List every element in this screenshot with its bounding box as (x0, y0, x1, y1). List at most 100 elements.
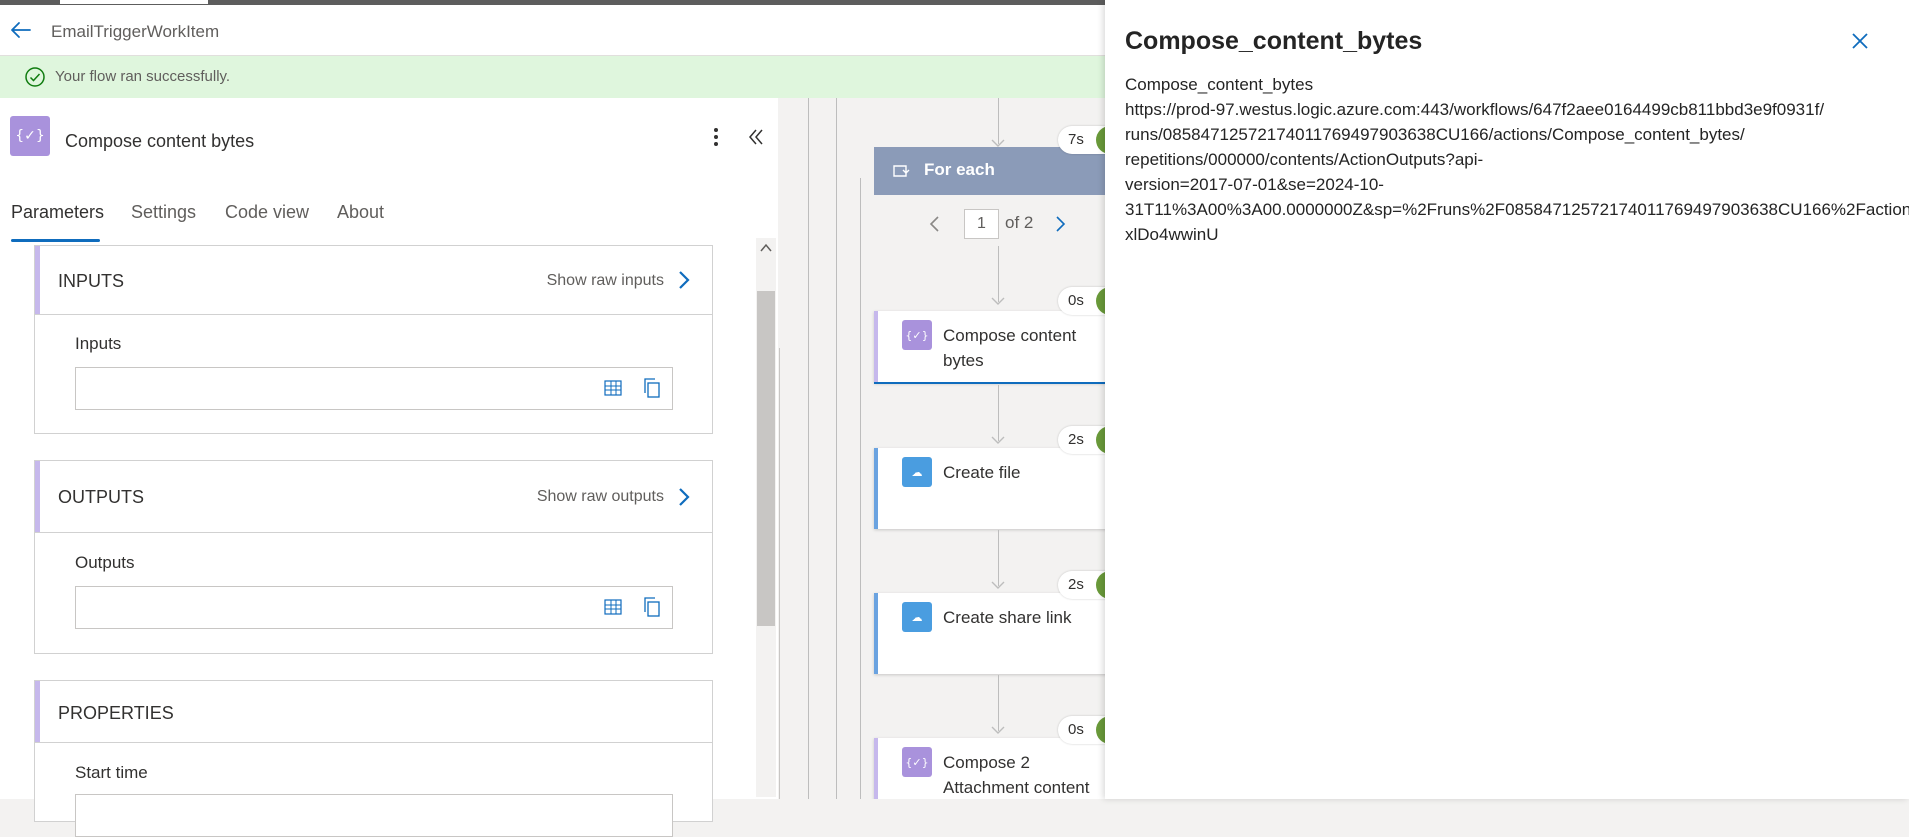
outputs-section-header[interactable]: OUTPUTS Show raw outputs (35, 461, 712, 533)
card-title: Create file (943, 463, 1021, 482)
inputs-section-header[interactable]: INPUTS Show raw inputs (35, 246, 712, 315)
output-url-line[interactable]: repetitions/000000/contents/ActionOutput… (1125, 147, 1909, 172)
properties-section-header[interactable]: PROPERTIES (35, 681, 712, 743)
back-arrow-icon[interactable] (10, 19, 32, 41)
connector-arrow (991, 297, 1005, 305)
inputs-field[interactable] (75, 367, 673, 410)
compose-2-card[interactable]: {✓} Compose 2 Attachment content (874, 738, 1105, 799)
duration-text: 2s (1068, 431, 1084, 448)
chevron-right-icon[interactable] (676, 268, 692, 292)
compose-icon: {✓} (902, 320, 932, 350)
connector (998, 246, 999, 302)
properties-section-title: PROPERTIES (58, 703, 174, 723)
card-title-line: bytes (943, 351, 984, 370)
outputs-field[interactable] (75, 586, 673, 629)
canvas-guide-line (836, 98, 837, 799)
success-check-icon (1096, 126, 1105, 154)
foreach-title: For each (924, 160, 995, 179)
output-url-line[interactable]: runs/08584712572174011769497903638CU166/… (1125, 122, 1909, 147)
duration-text: 2s (1068, 576, 1084, 593)
output-url-line[interactable]: version=2017-07-01&se=2024-10- (1125, 172, 1909, 197)
compose-icon: {✓} (10, 116, 50, 156)
output-details-panel: Compose_content_bytes Compose_content_by… (1105, 0, 1909, 799)
section-accent-bar (35, 461, 40, 532)
canvas-guide-line (808, 98, 809, 799)
outputs-field-label: Outputs (75, 553, 135, 572)
connector-arrow (991, 436, 1005, 444)
copy-icon[interactable] (642, 596, 662, 618)
outputs-section-title: OUTPUTS (58, 487, 145, 507)
start-time-field[interactable] (75, 794, 673, 837)
step-duration-badge: 2s (1058, 426, 1105, 454)
onedrive-icon: ☁ (902, 602, 932, 632)
active-tab-indicator (11, 239, 100, 242)
output-url-line[interactable]: 31T11%3A00%3A00.0000000Z&sp=%2Fruns%2F08… (1125, 197, 1909, 222)
duration-text: 0s (1068, 721, 1084, 738)
output-content: Compose_content_bytes https://prod-97.we… (1125, 72, 1909, 247)
card-title-line: Compose 2 (943, 753, 1030, 772)
start-time-label: Start time (75, 763, 148, 782)
inputs-section: INPUTS Show raw inputs Inputs (34, 245, 713, 434)
output-url-line[interactable]: https://prod-97.westus.logic.azure.com:4… (1125, 97, 1909, 122)
chevron-right-icon[interactable] (676, 485, 692, 509)
tab-code-view[interactable]: Code view (225, 202, 309, 223)
card-title: Compose content bytes (943, 323, 1076, 373)
output-url-line[interactable]: xlDo4wwinU (1125, 222, 1909, 247)
duration-text: 0s (1068, 292, 1084, 309)
success-check-icon (1096, 716, 1105, 744)
step-duration-badge: 2s (1058, 571, 1105, 599)
foreach-duration-badge: 7s (1058, 126, 1105, 154)
success-check-icon (1096, 571, 1105, 599)
iteration-total: of 2 (1005, 213, 1034, 232)
card-title: Create share link (943, 608, 1072, 627)
card-title-line: Attachment content (943, 778, 1090, 797)
chevron-right-icon[interactable] (1053, 215, 1067, 233)
onedrive-icon: ☁ (902, 457, 932, 487)
success-check-icon (1096, 287, 1105, 315)
section-accent-bar (35, 246, 40, 314)
action-details-panel: {✓} Compose content bytes Parameters Set… (0, 98, 778, 837)
banner-message: Your flow ran successfully. (55, 68, 231, 85)
connector (998, 675, 999, 731)
step-duration-badge: 0s (1058, 716, 1105, 744)
action-title: Compose content bytes (65, 131, 255, 151)
inputs-field-label: Inputs (75, 334, 122, 353)
card-title-line: Compose content (943, 326, 1077, 345)
chevron-left-icon[interactable] (928, 215, 942, 233)
flow-title: EmailTriggerWorkItem (51, 22, 220, 41)
collapse-icon[interactable] (746, 126, 766, 148)
connector-arrow (991, 726, 1005, 734)
selected-card-indicator (874, 382, 1105, 384)
section-accent-bar (35, 681, 40, 742)
panel-title: Compose_content_bytes (1125, 27, 1423, 55)
output-line: Compose_content_bytes (1125, 75, 1314, 94)
show-raw-inputs-link[interactable]: Show raw inputs (547, 272, 664, 290)
create-file-card[interactable]: ☁ Create file (874, 448, 1105, 529)
compose-icon: {✓} (902, 747, 932, 777)
close-icon[interactable] (1851, 32, 1869, 50)
table-icon[interactable] (603, 597, 623, 617)
connector (998, 530, 999, 586)
connector-arrow (991, 581, 1005, 589)
foreach-scope-line (860, 178, 861, 799)
panel-scrollbar-thumb[interactable] (757, 291, 775, 626)
table-icon[interactable] (603, 378, 623, 398)
copy-icon[interactable] (642, 377, 662, 399)
scroll-up-icon[interactable] (760, 243, 772, 253)
duration-text: 7s (1068, 131, 1084, 148)
show-raw-outputs-link[interactable]: Show raw outputs (537, 488, 664, 506)
foreach-card[interactable]: For each (874, 147, 1105, 195)
tab-parameters[interactable]: Parameters (11, 202, 104, 223)
iteration-input[interactable]: 1 (964, 209, 999, 239)
browser-tab-indicator[interactable] (60, 0, 208, 4)
card-title: Compose 2 Attachment content (943, 750, 1089, 799)
compose-content-bytes-card[interactable]: {✓} Compose content bytes (874, 311, 1105, 383)
tab-about[interactable]: About (337, 202, 384, 223)
create-share-link-card[interactable]: ☁ Create share link (874, 593, 1105, 674)
tab-settings[interactable]: Settings (131, 202, 196, 223)
canvas-guide-line (779, 348, 780, 799)
flow-canvas[interactable]: For each 7s 1 of 2 {✓} Compose content b… (778, 98, 1105, 799)
more-icon[interactable] (706, 126, 726, 148)
success-check-icon (1096, 426, 1105, 454)
outputs-section: OUTPUTS Show raw outputs Outputs (34, 460, 713, 654)
